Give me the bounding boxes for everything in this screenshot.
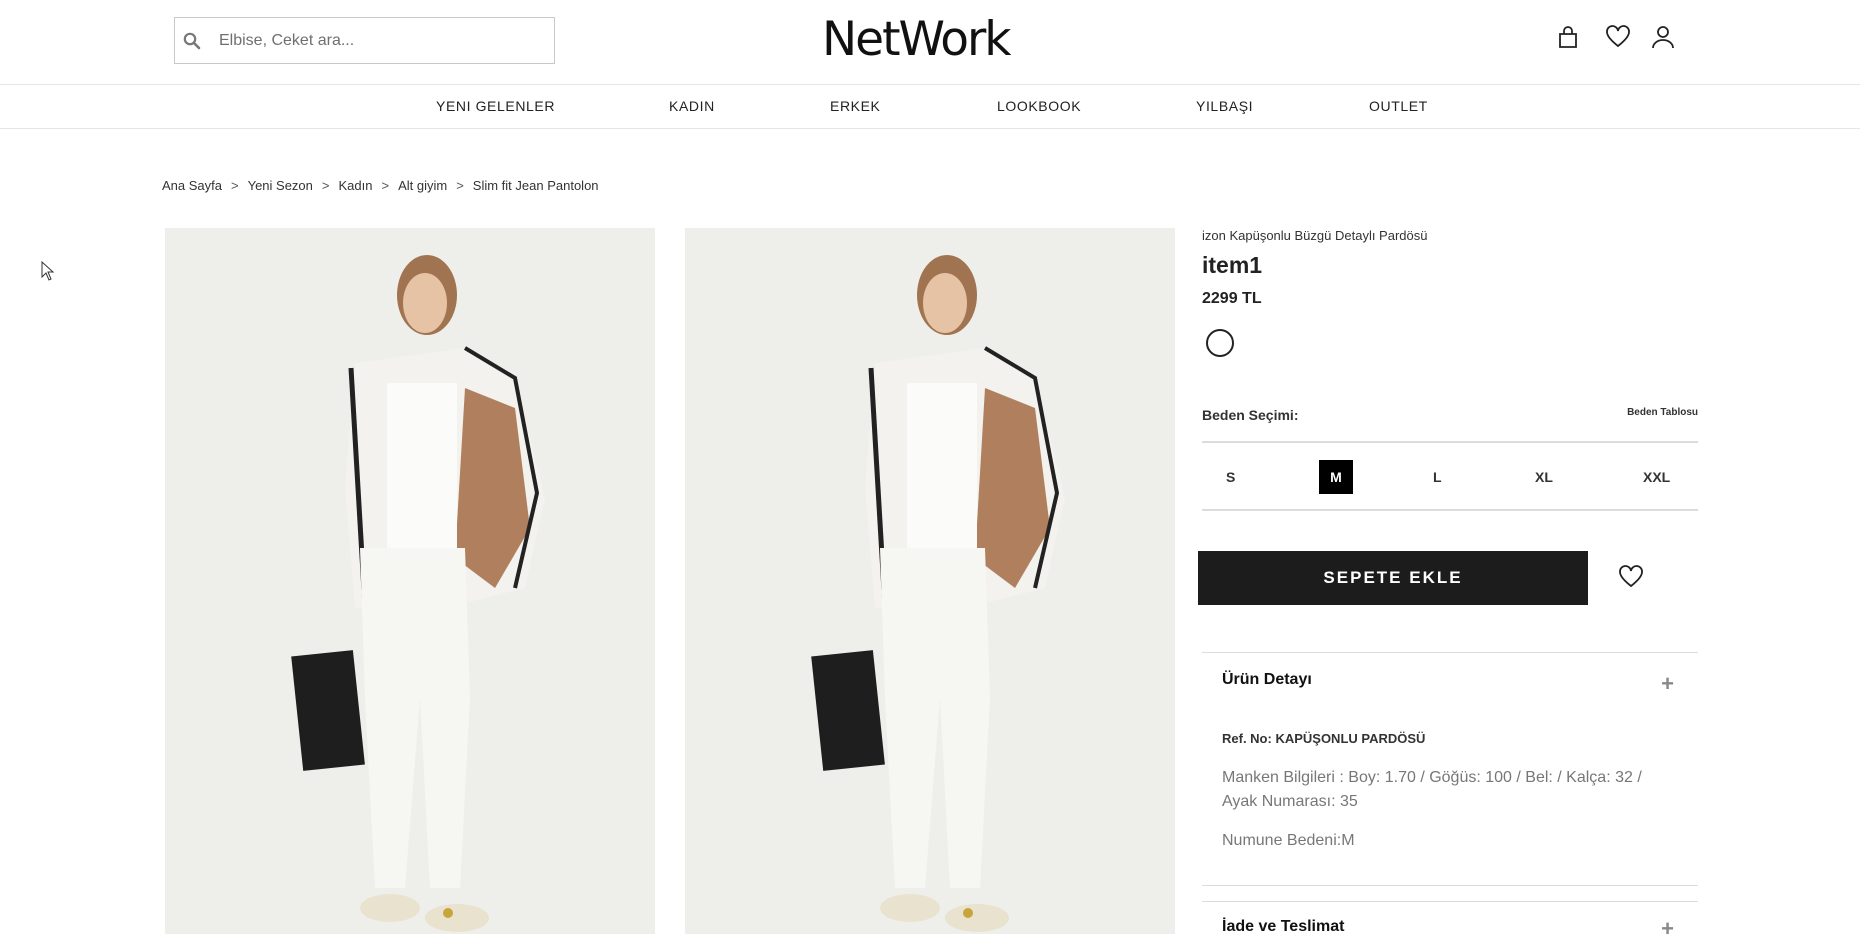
product-subtitle: izon Kapüşonlu Büzgü Detaylı Pardösü [1202, 228, 1428, 243]
expand-plus-icon[interactable]: + [1661, 916, 1674, 935]
product-title: item1 [1202, 252, 1263, 278]
sample-size: Numune Bedeni:M [1222, 832, 1355, 849]
breadcrumb-item[interactable]: Kadın [339, 178, 373, 193]
size-table-link[interactable]: Beden Tablosu [1627, 407, 1698, 418]
nav-item-kadin[interactable]: KADIN [669, 98, 715, 114]
favorite-heart-icon[interactable] [1618, 564, 1644, 595]
breadcrumb-item-current[interactable]: Slim fit Jean Pantolon [473, 178, 599, 193]
expand-plus-icon[interactable]: + [1661, 671, 1674, 697]
size-option-m[interactable]: M [1319, 460, 1353, 494]
model-info: Manken Bilgileri : Boy: 1.70 / Göğüs: 10… [1222, 769, 1642, 810]
size-selection-label: Beden Seçimi: [1202, 407, 1299, 423]
breadcrumb-separator: > [231, 178, 239, 193]
mouse-cursor-icon [41, 261, 55, 281]
search-box[interactable] [174, 17, 555, 64]
returns-delivery-title[interactable]: İade ve Teslimat [1222, 918, 1344, 935]
size-option-s[interactable]: S [1226, 460, 1235, 494]
size-option-xxl[interactable]: XXL [1643, 460, 1670, 494]
product-photo-2[interactable] [685, 228, 1175, 934]
breadcrumb-item[interactable]: Yeni Sezon [248, 178, 313, 193]
breadcrumb-separator: > [321, 178, 330, 193]
nav-item-yilbasi[interactable]: YILBAŞI [1196, 98, 1253, 114]
returns-delivery-accordion: İade ve Teslimat + [1202, 901, 1698, 935]
ref-number: Ref. No: KAPÜŞONLU PARDÖSÜ [1222, 731, 1426, 746]
nav-item-outlet[interactable]: OUTLET [1369, 98, 1428, 114]
breadcrumb-separator: > [456, 178, 464, 193]
bag-icon[interactable] [1555, 24, 1581, 50]
breadcrumb-item[interactable]: Ana Sayfa [162, 178, 222, 193]
size-option-xl[interactable]: XL [1535, 460, 1553, 494]
add-to-cart-button[interactable]: SEPETE EKLE [1198, 551, 1588, 605]
product-price: 2299 TL [1202, 290, 1262, 307]
breadcrumb: Ana Sayfa > Yeni Sezon > Kadın > Alt giyim > Sli… [162, 178, 599, 193]
nav-item-yeni-gelenler[interactable]: YENI GELENLER [436, 98, 555, 114]
main-nav: YENI GELENLER KADIN ERKEK LOOKBOOK YILBA… [0, 85, 1860, 129]
size-options: S M L XL XXL [1202, 441, 1698, 511]
nav-item-erkek[interactable]: ERKEK [830, 98, 880, 114]
product-photo-1[interactable] [165, 228, 655, 934]
heart-icon[interactable] [1605, 24, 1631, 50]
nav-item-lookbook[interactable]: LOOKBOOK [997, 98, 1081, 114]
color-swatch[interactable] [1206, 329, 1234, 357]
breadcrumb-item[interactable]: Alt giyim [398, 178, 447, 193]
search-input[interactable] [219, 18, 539, 63]
product-details-title[interactable]: Ürün Detayı [1222, 671, 1312, 689]
site-header: NetWork [0, 0, 1860, 85]
site-logo[interactable]: NetWork [822, 12, 1012, 67]
size-option-l[interactable]: L [1433, 460, 1442, 494]
search-icon [183, 32, 201, 50]
breadcrumb-separator: > [381, 178, 390, 193]
user-icon[interactable] [1650, 24, 1676, 50]
